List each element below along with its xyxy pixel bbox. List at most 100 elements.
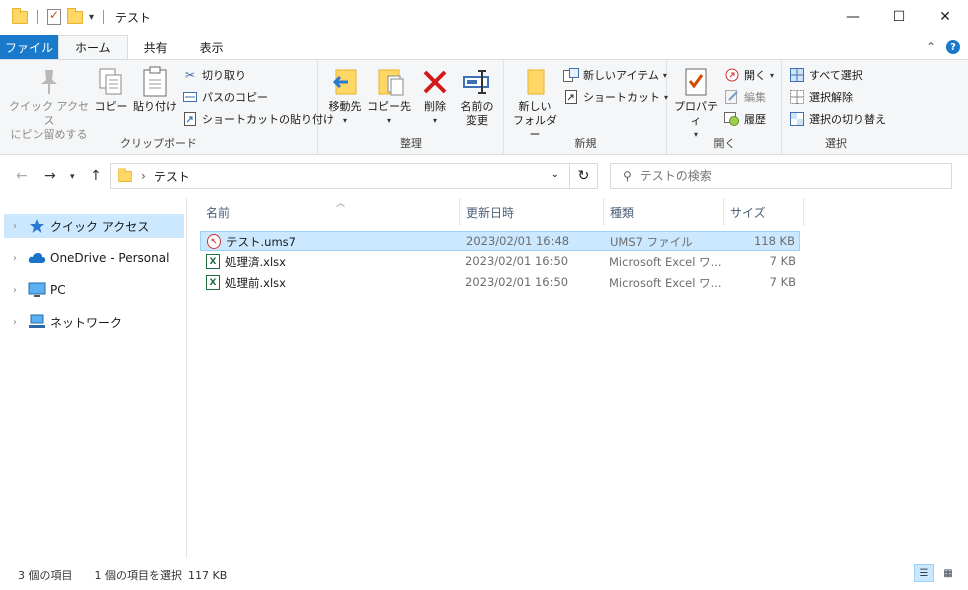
open-button[interactable]: 開く ▾ [724,64,774,86]
select-all-button[interactable]: すべて選択 [789,64,863,86]
nav-item-network[interactable]: › ネットワーク [4,310,184,334]
open-group-label: 開く [713,137,736,150]
column-header-label: サイズ [730,205,766,220]
ums7-file-icon: ↖ [207,234,221,249]
invert-selection-icon [789,111,805,127]
refresh-icon[interactable]: ↻ [569,164,597,188]
easy-access-icon [563,89,579,105]
file-size: 7 KB [769,275,796,289]
expand-chevron-icon[interactable]: › [8,221,22,232]
rename-button[interactable]: 名前の 変更 [455,66,499,128]
edit-button[interactable]: 編集 [724,86,766,108]
select-none-button[interactable]: 選択解除 [789,86,853,108]
folder-icon [118,167,132,182]
nav-item-quick-access[interactable]: › クイック アクセス [4,214,184,238]
invert-selection-button[interactable]: 選択の切り替え [789,108,886,130]
copy-to-icon [373,66,405,98]
paste-shortcut-button[interactable]: ショートカットの貼り付け [182,108,334,130]
maximize-button[interactable]: ☐ [876,0,922,34]
tab-file[interactable]: ファイル [0,35,58,59]
new-folder-quick-icon[interactable] [67,7,83,24]
column-header-type[interactable]: 種類 [604,198,724,226]
select-none-icon [789,89,805,105]
pin-quick-access-button[interactable]: クイック アクセス にピン留めする [8,66,90,142]
cut-button[interactable]: ✂ 切り取り [182,64,246,86]
excel-file-icon: X [206,275,220,290]
column-header-size[interactable]: サイズ [724,198,804,226]
back-arrow-icon[interactable]: ← [16,168,28,184]
address-bar[interactable]: › テスト ⌄ ↻ [110,163,598,189]
open-label: 開く [744,69,766,82]
column-header-label: 更新日時 [466,205,515,220]
expand-chevron-icon[interactable]: › [8,285,22,296]
status-selected-size: 117 KB [188,568,228,582]
copy-label: コピー [94,100,128,113]
title-bar: ▾ テスト — ☐ ✕ [0,0,968,34]
delete-button[interactable]: 削除 ▾ [417,66,453,128]
column-header-name[interactable]: 名前 ︿ [200,198,460,226]
file-row[interactable]: ↖ テスト.ums7 2023/02/01 16:48 UMS7 ファイル 11… [200,231,800,251]
file-row[interactable]: X 処理済.xlsx 2023/02/01 16:50 Microsoft Ex… [200,252,800,272]
delete-label: 削除 [424,100,446,113]
column-header-modified[interactable]: 更新日時 [460,198,604,226]
up-arrow-icon[interactable]: ↑ [90,168,102,184]
new-group-label: 新規 [574,137,597,150]
status-item-count: 3 個の項目 [18,569,73,582]
minimize-button[interactable]: — [830,0,876,34]
search-box[interactable]: ⚲ [610,163,952,189]
shortcut-button[interactable]: ショートカット ▾ [563,86,668,108]
file-type: Microsoft Excel ワ... [609,276,722,290]
select-group-label: 選択 [825,137,847,150]
file-name: 処理済.xlsx [225,255,286,269]
tab-view[interactable]: 表示 [184,35,240,59]
window-title: テスト [115,10,152,25]
nav-item-pc[interactable]: › PC [4,278,184,302]
pin-icon [33,66,65,98]
move-to-button[interactable]: 移動先 ▾ [323,66,367,128]
new-folder-button[interactable]: 新しい フォルダー [509,66,561,142]
toolbar-divider [37,10,38,24]
collapse-ribbon-chevron-icon[interactable]: ⌃ [926,40,936,54]
organize-group-label: 整理 [400,137,422,150]
tab-share[interactable]: 共有 [128,35,184,59]
forward-arrow-icon[interactable]: → [44,168,56,184]
close-button[interactable]: ✕ [922,0,968,34]
recent-locations-chevron-icon[interactable]: ▾ [70,172,75,182]
paste-button[interactable]: 貼り付け [132,66,178,114]
monitor-icon [28,282,46,298]
sort-ascending-icon: ︿ [336,199,346,209]
open-chevron-icon: ▾ [770,70,775,80]
status-bar: 3 個の項目 1 個の項目を選択 117 KB ☰ ▦ [0,564,968,586]
help-icon[interactable]: ? [946,40,960,54]
tab-home[interactable]: ホーム [58,35,128,59]
address-history-chevron-icon[interactable]: ⌄ [551,169,559,180]
column-header-label: 名前 [206,205,231,220]
expand-chevron-icon[interactable]: › [8,253,22,264]
delete-x-icon [419,66,451,98]
new-item-button[interactable]: 新しいアイテム ▾ [563,64,667,86]
clipboard-group: クイック アクセス にピン留めする コピー 貼り付け ✂ 切り取り パスのコピー… [0,60,334,154]
history-icon [724,111,740,127]
file-row[interactable]: X 処理前.xlsx 2023/02/01 16:50 Microsoft Ex… [200,273,800,293]
copy-path-button[interactable]: パスのコピー [182,86,268,108]
history-button[interactable]: 履歴 [724,108,766,130]
file-modified: 2023/02/01 16:48 [466,234,570,248]
expand-chevron-icon[interactable]: › [8,317,22,328]
file-size: 7 KB [769,254,796,268]
paste-label: 貼り付け [133,100,177,113]
nav-item-onedrive[interactable]: › OneDrive - Personal [4,246,184,270]
new-item-label: 新しいアイテム [583,69,659,82]
search-input[interactable] [639,169,920,183]
copy-to-button[interactable]: コピー先 ▾ [367,66,411,128]
breadcrumb-current[interactable]: テスト [154,168,190,185]
excel-file-icon: X [206,254,220,269]
ribbon-right-controls: ⌃ ? [926,40,960,54]
copy-button[interactable]: コピー [92,66,130,114]
details-view-icon[interactable]: ☰ [914,564,934,582]
large-icons-view-icon[interactable]: ▦ [938,564,958,582]
properties-quick-icon[interactable] [47,8,61,25]
select-group: すべて選択 選択解除 選択の切り替え 選択 [783,60,889,154]
nav-item-label: ネットワーク [50,315,123,330]
customize-toolbar-chevron-icon[interactable]: ▾ [89,12,94,23]
properties-button[interactable]: プロパティ ▾ [670,66,722,142]
